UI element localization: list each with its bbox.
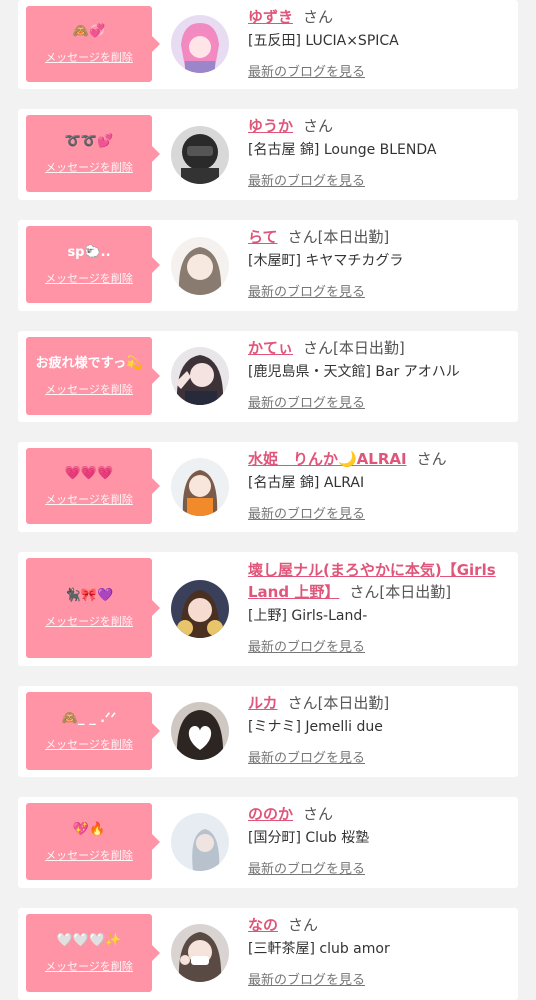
avatar[interactable] xyxy=(171,924,229,982)
delete-message-link[interactable]: メッセージを削除 xyxy=(45,847,133,863)
cast-name-link[interactable]: らて xyxy=(248,228,278,246)
honorific: さん xyxy=(287,694,318,712)
cast-name-link[interactable]: ゆうか xyxy=(248,117,293,135)
honorific: さん xyxy=(287,228,318,246)
list-item: 💗💗💗 メッセージを削除 水姫 りんか🌙ALRAI さん [名古屋 錦] ALRA… xyxy=(18,442,518,532)
cast-name-link[interactable]: なの xyxy=(248,916,278,934)
cast-name-link[interactable]: ののか xyxy=(248,805,293,823)
delete-message-link[interactable]: メッセージを削除 xyxy=(45,613,133,629)
delete-message-link[interactable]: メッセージを削除 xyxy=(45,159,133,175)
list-item: sp🐑.. メッセージを削除 らて さん[本日出勤] [木屋町] キヤマチカグラ … xyxy=(18,220,518,311)
cast-name-link[interactable]: ルカ xyxy=(248,694,278,712)
delete-message-link[interactable]: メッセージを削除 xyxy=(45,736,133,752)
latest-blog-link[interactable]: 最新のブログを見る xyxy=(248,170,365,189)
list-item: 💖🔥 メッセージを削除 ののか さん [国分町] Club 桜塾 最新のブログを見… xyxy=(18,797,518,888)
status-badge: [本日出勤] xyxy=(379,583,452,601)
avatar[interactable] xyxy=(171,813,229,871)
delete-message-link[interactable]: メッセージを削除 xyxy=(45,270,133,286)
message-text: 💖🔥 xyxy=(72,821,106,837)
latest-blog-link[interactable]: 最新のブログを見る xyxy=(248,61,365,80)
message-bubble: 🙈_ _ .ᐟᐟ メッセージを削除 xyxy=(26,692,160,770)
cast-info: 水姫 りんか🌙ALRAI さん [名古屋 錦] ALRAI 最新のブログを見る xyxy=(248,448,510,522)
message-bubble: 🙈💞 メッセージを削除 xyxy=(26,6,160,82)
avatar[interactable] xyxy=(171,702,229,760)
honorific: さん xyxy=(288,916,319,934)
message-text: ➰➰💕 xyxy=(64,133,114,149)
delete-message-link[interactable]: メッセージを削除 xyxy=(45,491,133,507)
message-bubble: ➰➰💕 メッセージを削除 xyxy=(26,115,160,192)
message-text: 🙈💞 xyxy=(72,24,106,39)
avatar[interactable] xyxy=(171,237,229,295)
delete-message-link[interactable]: メッセージを削除 xyxy=(45,49,133,65)
latest-blog-link[interactable]: 最新のブログを見る xyxy=(248,636,365,655)
avatar[interactable] xyxy=(171,458,229,516)
avatar[interactable] xyxy=(171,580,229,638)
latest-blog-link[interactable]: 最新のブログを見る xyxy=(248,503,365,522)
message-bubble: 💖🔥 メッセージを削除 xyxy=(26,803,160,880)
latest-blog-link[interactable]: 最新のブログを見る xyxy=(248,969,365,988)
shop-name: [木屋町] キヤマチカグラ xyxy=(248,253,404,269)
message-text: 🐈‍⬛🎀💜 xyxy=(64,588,114,603)
message-bubble: 🐈‍⬛🎀💜 メッセージを削除 xyxy=(26,558,160,658)
latest-blog-link[interactable]: 最新のブログを見る xyxy=(248,747,365,766)
honorific: さん xyxy=(303,339,334,357)
avatar[interactable] xyxy=(171,347,229,405)
shop-name: [名古屋 錦] Lounge BLENDA xyxy=(248,142,437,158)
honorific: さん xyxy=(416,450,447,468)
cast-info: ルカ さん[本日出勤] [ミナミ] Jemelli due 最新のブログを見る xyxy=(248,692,510,766)
message-text: 🙈_ _ .ᐟᐟ xyxy=(61,711,117,726)
status-badge: [本日出勤] xyxy=(317,228,390,246)
message-text: 🤍🤍🤍✨ xyxy=(56,933,122,948)
latest-blog-link[interactable]: 最新のブログを見る xyxy=(248,392,365,411)
cast-info: ゆずき さん [五反田] LUCIA×SPICA 最新のブログを見る xyxy=(248,6,510,80)
message-bubble: sp🐑.. メッセージを削除 xyxy=(26,226,160,303)
list-item: 🐈‍⬛🎀💜 メッセージを削除 壊し屋ナル(まろやかに本気)【Girls Land… xyxy=(18,552,518,666)
list-item: 🙈💞 メッセージを削除 ゆずき さん [五反田] LUCIA×SPICA 最新のブ… xyxy=(18,0,518,89)
delete-message-link[interactable]: メッセージを削除 xyxy=(45,381,133,397)
message-bubble: 🤍🤍🤍✨ メッセージを削除 xyxy=(26,914,160,992)
avatar[interactable] xyxy=(171,15,229,73)
shop-name: [五反田] LUCIA×SPICA xyxy=(248,33,399,49)
cast-info: ののか さん [国分町] Club 桜塾 最新のブログを見る xyxy=(248,803,510,877)
honorific: さん xyxy=(349,583,380,601)
message-text: sp🐑.. xyxy=(67,244,111,260)
message-bubble: 💗💗💗 メッセージを削除 xyxy=(26,448,160,524)
cast-name-link[interactable]: かてぃ xyxy=(248,339,293,357)
honorific: さん xyxy=(303,8,334,26)
avatar[interactable] xyxy=(171,126,229,184)
message-text: お疲れ様ですっ💫 xyxy=(35,356,143,371)
shop-name: [三軒茶屋] club amor xyxy=(248,941,390,957)
cast-name-link[interactable]: ゆずき xyxy=(248,8,293,26)
shop-name: [鹿児島県・天文館] Bar アオハル xyxy=(248,364,460,380)
honorific: さん xyxy=(303,805,334,823)
cast-info: らて さん[本日出勤] [木屋町] キヤマチカグラ 最新のブログを見る xyxy=(248,226,510,300)
shop-name: [国分町] Club 桜塾 xyxy=(248,830,370,846)
status-badge: [本日出勤] xyxy=(333,339,405,357)
shop-name: [上野] Girls-Land- xyxy=(248,608,368,624)
latest-blog-link[interactable]: 最新のブログを見る xyxy=(248,858,365,877)
cast-info: なの さん [三軒茶屋] club amor 最新のブログを見る xyxy=(248,914,510,988)
honorific: さん xyxy=(303,117,334,135)
latest-blog-link[interactable]: 最新のブログを見る xyxy=(248,281,365,300)
delete-message-link[interactable]: メッセージを削除 xyxy=(45,958,133,974)
list-item: お疲れ様ですっ💫 メッセージを削除 かてぃ さん[本日出勤] [鹿児島県・天文館]… xyxy=(18,331,518,422)
shop-name: [ミナミ] Jemelli due xyxy=(248,719,383,735)
cast-info: 壊し屋ナル(まろやかに本気)【Girls Land 上野】 さん[本日出勤] [上… xyxy=(248,559,510,655)
message-text: 💗💗💗 xyxy=(64,466,114,481)
list-item: 🙈_ _ .ᐟᐟ メッセージを削除 ルカ さん[本日出勤] [ミナミ] Jemel… xyxy=(18,686,518,777)
cast-info: ゆうか さん [名古屋 錦] Lounge BLENDA 最新のブログを見る xyxy=(248,115,510,189)
message-bubble: お疲れ様ですっ💫 メッセージを削除 xyxy=(26,337,160,415)
list-item: 🤍🤍🤍✨ メッセージを削除 なの さん [三軒茶屋] club amor 最新のブ… xyxy=(18,908,518,1000)
cast-name-link[interactable]: 水姫 りんか🌙ALRAI xyxy=(248,450,407,468)
shop-name: [名古屋 錦] ALRAI xyxy=(248,475,365,491)
cast-info: かてぃ さん[本日出勤] [鹿児島県・天文館] Bar アオハル 最新のブログを見… xyxy=(248,337,510,411)
list-item: ➰➰💕 メッセージを削除 ゆうか さん [名古屋 錦] Lounge BLENDA… xyxy=(18,109,518,200)
status-badge: [本日出勤] xyxy=(317,694,390,712)
